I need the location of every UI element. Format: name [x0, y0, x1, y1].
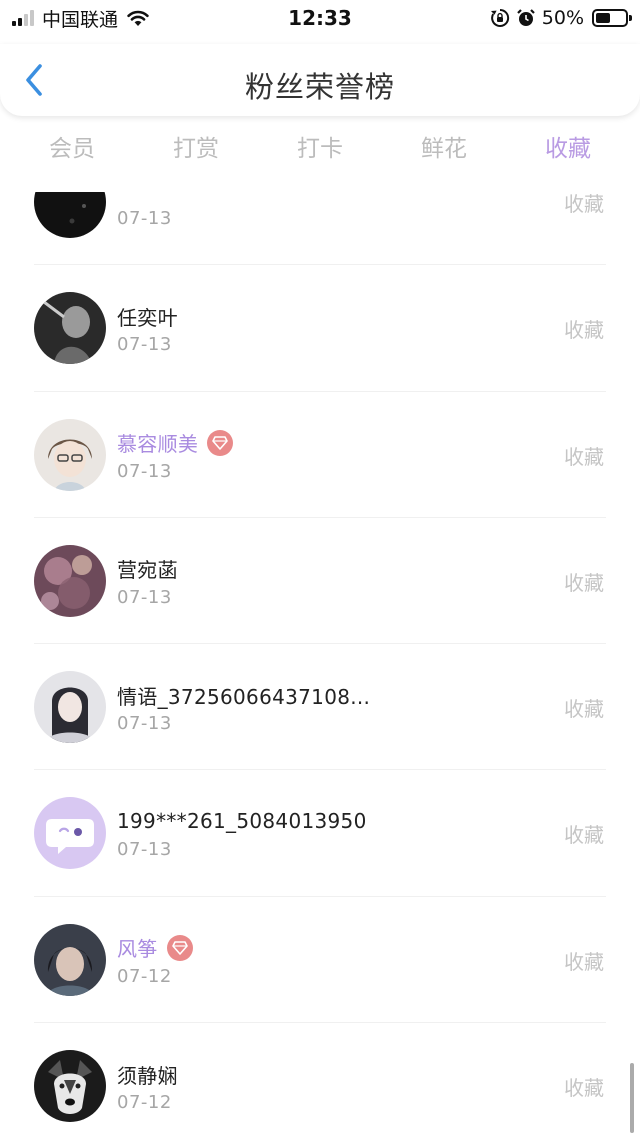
alarm-icon	[516, 9, 535, 26]
favorite-label: 收藏	[564, 949, 604, 974]
diamond-icon	[207, 429, 234, 456]
favorite-label: 收藏	[564, 318, 604, 343]
page-title: 粉丝荣誉榜	[244, 70, 395, 104]
favorite-label: 收藏	[564, 1076, 604, 1101]
favorite-date: 07-13	[117, 334, 172, 356]
favorite-date: 07-12	[117, 965, 172, 987]
list-item[interactable]: 任奕叶 07-13 收藏	[0, 265, 640, 392]
avatar[interactable]	[34, 1050, 106, 1123]
tab-rewards[interactable]: 打赏	[146, 130, 246, 170]
fan-list-content: 07-13 收藏 任奕叶 07-13 收藏 慕容顺美 07-13 收藏 营宛菡 …	[0, 192, 640, 1138]
battery-fill	[596, 13, 610, 23]
status-bar: 中国联通 12:33 50%	[0, 0, 640, 36]
list-item[interactable]: 情语_37256066437108... 07-13 收藏	[0, 644, 640, 771]
tab-favorites[interactable]: 收藏	[518, 130, 618, 170]
user-name: 须静娴	[117, 1063, 178, 1088]
user-name: 慕容顺美	[117, 432, 199, 457]
favorite-date: 07-12	[117, 1092, 172, 1114]
user-name: 199***261_5084013950	[117, 809, 367, 834]
avatar[interactable]	[34, 292, 106, 365]
name-line: 情语_37256066437108...	[117, 681, 370, 709]
name-line: 慕容顺美	[117, 429, 234, 457]
tab-bar: 会员 打赏 打卡 鲜花 收藏	[0, 130, 640, 170]
diamond-icon	[166, 934, 193, 961]
favorite-date: 07-13	[117, 460, 172, 482]
fan-list[interactable]: 07-13 收藏 任奕叶 07-13 收藏 慕容顺美 07-13 收藏 营宛菡 …	[0, 192, 640, 1138]
status-right: 50%	[490, 6, 632, 30]
battery-icon	[592, 9, 632, 27]
name-line: 风筝	[117, 934, 193, 962]
favorite-label: 收藏	[564, 697, 604, 722]
tab-members[interactable]: 会员	[22, 130, 122, 170]
default-avatar-icon[interactable]	[34, 797, 106, 870]
list-item[interactable]: 07-13 收藏	[0, 192, 640, 266]
favorite-label: 收藏	[564, 570, 604, 595]
nav-bar: 粉丝荣誉榜	[0, 44, 640, 116]
battery-percent: 50%	[541, 7, 584, 29]
favorite-date: 07-13	[117, 208, 172, 229]
favorite-date: 07-13	[117, 839, 172, 861]
user-name: 风筝	[117, 937, 158, 962]
user-name: 任奕叶	[117, 305, 178, 330]
user-name: 营宛菡	[117, 558, 178, 583]
avatar[interactable]	[34, 192, 106, 238]
scrollbar[interactable]	[630, 1063, 634, 1133]
avatar[interactable]	[34, 544, 106, 617]
list-item[interactable]: 199***261_5084013950 07-13 收藏	[0, 770, 640, 897]
avatar[interactable]	[34, 418, 106, 491]
list-item[interactable]: 慕容顺美 07-13 收藏	[0, 392, 640, 518]
name-line: 营宛菡	[117, 555, 178, 583]
favorite-date: 07-13	[117, 586, 172, 608]
user-name: 情语_37256066437108...	[117, 684, 371, 709]
name-line: 任奕叶	[117, 302, 178, 330]
list-item[interactable]: 风筝 07-12 收藏	[0, 897, 640, 1024]
avatar[interactable]	[34, 671, 106, 744]
favorite-label: 收藏	[564, 192, 604, 216]
rotation-lock-icon	[490, 8, 509, 27]
avatar[interactable]	[34, 923, 106, 996]
name-line: 199***261_5084013950	[117, 807, 367, 835]
favorite-label: 收藏	[564, 823, 604, 848]
favorite-label: 收藏	[564, 444, 604, 469]
tab-checkin[interactable]: 打卡	[270, 130, 370, 170]
name-line: 须静娴	[117, 1060, 178, 1088]
tab-flowers[interactable]: 鲜花	[394, 130, 494, 170]
list-item[interactable]: 营宛菡 07-13 收藏	[0, 518, 640, 645]
list-item[interactable]: 须静娴 07-12 收藏	[0, 1023, 640, 1138]
favorite-date: 07-13	[117, 713, 172, 735]
